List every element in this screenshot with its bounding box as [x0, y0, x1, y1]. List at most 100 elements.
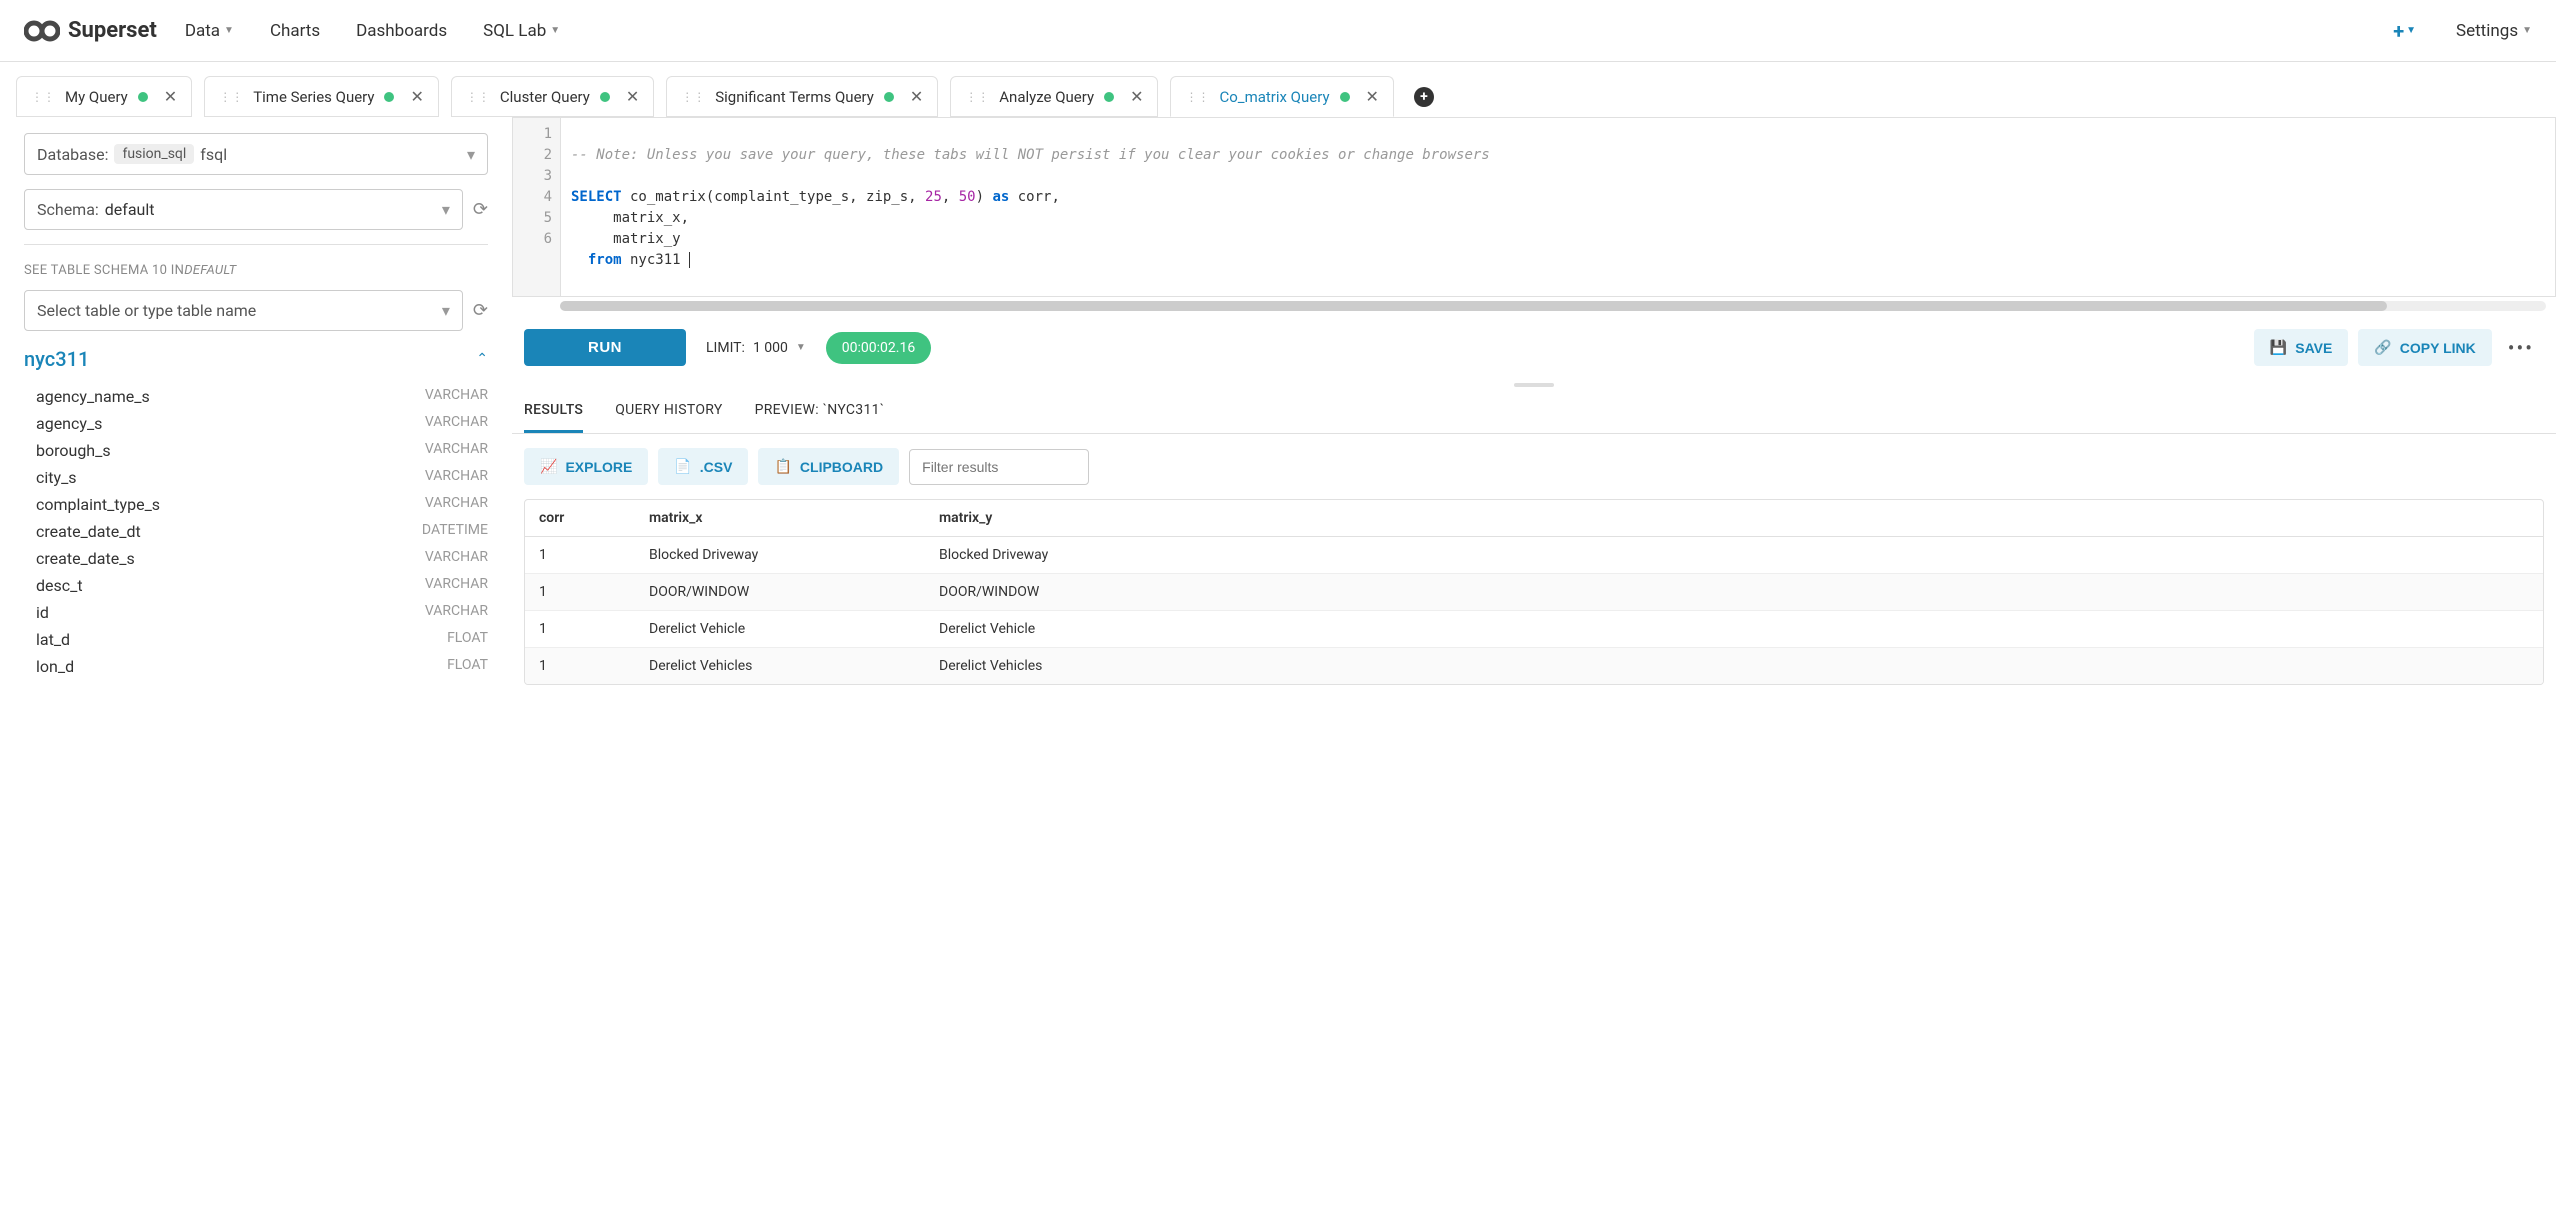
query-tab[interactable]: ⋮⋮Cluster Query✕	[451, 76, 654, 117]
column-name: agency_s	[36, 414, 102, 433]
add-tab-button[interactable]: +	[1406, 76, 1442, 117]
column-row[interactable]: agency_name_s VARCHAR	[24, 383, 488, 410]
column-row[interactable]: complaint_type_sVARCHAR	[24, 491, 488, 518]
column-header[interactable]: corr	[525, 500, 635, 537]
table-row[interactable]: 1Derelict VehiclesDerelict Vehicles	[525, 648, 2543, 685]
column-name: desc_t	[36, 576, 83, 595]
status-dot-icon	[384, 92, 394, 102]
logo-icon	[24, 19, 60, 43]
chevron-down-icon: ▼	[224, 25, 234, 36]
column-type: VARCHAR	[425, 387, 488, 406]
column-row[interactable]: lon_dFLOAT	[24, 653, 488, 680]
table-placeholder: Select table or type table name	[37, 301, 256, 320]
nav-data[interactable]: Data▼	[185, 21, 234, 41]
drag-handle-icon[interactable]: ⋮⋮	[1185, 90, 1209, 104]
drag-handle-icon[interactable]: ⋮⋮	[965, 90, 989, 104]
table-row[interactable]: 1Blocked DrivewayBlocked Driveway	[525, 537, 2543, 574]
column-row[interactable]: create_date_dtDATETIME	[24, 518, 488, 545]
chevron-down-icon: ▾	[442, 301, 450, 320]
copy-link-button[interactable]: 🔗COPY LINK	[2358, 329, 2491, 366]
drag-handle-icon[interactable]: ⋮⋮	[31, 90, 55, 104]
column-name: city_s	[36, 468, 77, 487]
column-type: DATETIME	[422, 522, 488, 541]
table-select[interactable]: Select table or type table name ▾	[24, 290, 463, 331]
drag-handle-icon[interactable]: ⋮⋮	[219, 90, 243, 104]
query-tab[interactable]: ⋮⋮Time Series Query✕	[204, 76, 439, 117]
table-expand-toggle[interactable]: nyc311 ⌃	[24, 347, 488, 371]
close-icon[interactable]: ✕	[410, 87, 423, 106]
nav-settings[interactable]: Settings▼	[2456, 21, 2532, 41]
tab-query-history[interactable]: QUERY HISTORY	[615, 390, 722, 433]
clipboard-button[interactable]: 📋CLIPBOARD	[758, 448, 899, 485]
more-menu-icon[interactable]: •••	[2502, 336, 2540, 360]
table-row[interactable]: 1DOOR/WINDOWDOOR/WINDOW	[525, 574, 2543, 611]
editor-hscroll[interactable]	[560, 301, 2546, 311]
column-list: agency_name_s VARCHAR agency_s VARCHAR borou…	[24, 383, 488, 680]
close-icon[interactable]: ✕	[1130, 87, 1143, 106]
close-icon[interactable]: ✕	[164, 87, 177, 106]
close-icon[interactable]: ✕	[1366, 87, 1379, 106]
database-select[interactable]: Database: fusion_sql fsql ▾	[24, 133, 488, 175]
column-row[interactable]: idVARCHAR	[24, 599, 488, 626]
new-button[interactable]: +▼	[2393, 19, 2416, 43]
query-timer: 00:00:02.16	[826, 332, 931, 364]
column-name: id	[36, 603, 49, 622]
filter-results-input[interactable]	[909, 449, 1089, 485]
column-row[interactable]: desc_tVARCHAR	[24, 572, 488, 599]
query-tab[interactable]: ⋮⋮Analyze Query✕	[950, 76, 1158, 117]
drag-handle-icon[interactable]: ⋮⋮	[681, 90, 705, 104]
nav-dashboards[interactable]: Dashboards	[356, 21, 447, 41]
column-type: VARCHAR	[425, 414, 488, 433]
code-area[interactable]: -- Note: Unless you save your query, the…	[561, 118, 2555, 296]
run-button[interactable]: RUN	[524, 329, 686, 366]
query-tab[interactable]: ⋮⋮My Query✕	[16, 76, 192, 117]
save-button[interactable]: 💾SAVE	[2254, 329, 2349, 366]
refresh-icon[interactable]: ⟳	[473, 199, 488, 220]
column-row[interactable]: lat_dFLOAT	[24, 626, 488, 653]
nav-sqllab[interactable]: SQL Lab▼	[483, 21, 560, 41]
chevron-down-icon: ▼	[550, 25, 560, 36]
database-label: Database:	[37, 145, 108, 164]
column-row[interactable]: create_date_sVARCHAR	[24, 545, 488, 572]
column-name: agency_name_s	[36, 387, 150, 406]
sql-editor[interactable]: 123456 -- Note: Unless you save your que…	[512, 117, 2556, 297]
column-row[interactable]: borough_sVARCHAR	[24, 437, 488, 464]
status-dot-icon	[138, 92, 148, 102]
column-name: lon_d	[36, 657, 74, 676]
refresh-icon[interactable]: ⟳	[473, 300, 488, 321]
explore-button[interactable]: 📈EXPLORE	[524, 448, 648, 485]
limit-select[interactable]: LIMIT: 1 000 ▼	[706, 340, 806, 356]
drag-handle-icon[interactable]: ⋮⋮	[466, 90, 490, 104]
column-name: create_date_s	[36, 549, 135, 568]
status-dot-icon	[600, 92, 610, 102]
nav-charts[interactable]: Charts	[270, 21, 320, 41]
query-tabs: ⋮⋮My Query✕ ⋮⋮Time Series Query✕ ⋮⋮Clust…	[0, 62, 2556, 117]
column-row[interactable]: agency_s VARCHAR	[24, 410, 488, 437]
table-cell: DOOR/WINDOW	[635, 574, 925, 611]
status-dot-icon	[884, 92, 894, 102]
table-cell: Derelict Vehicle	[925, 611, 2543, 648]
column-header[interactable]: matrix_y	[925, 500, 2543, 537]
tab-preview[interactable]: PREVIEW: `NYC311`	[755, 390, 885, 433]
chart-icon: 📈	[540, 458, 557, 475]
pane-resize-handle[interactable]	[512, 380, 2556, 390]
brand-logo[interactable]: Superset	[24, 18, 157, 43]
column-header[interactable]: matrix_x	[635, 500, 925, 537]
table-cell: Blocked Driveway	[635, 537, 925, 574]
column-type: VARCHAR	[425, 495, 488, 514]
table-cell: Derelict Vehicles	[635, 648, 925, 685]
csv-button[interactable]: 📄.CSV	[658, 448, 748, 485]
table-cell: 1	[525, 648, 635, 685]
table-row[interactable]: 1Derelict VehicleDerelict Vehicle	[525, 611, 2543, 648]
query-tab-active[interactable]: ⋮⋮Co_matrix Query✕	[1170, 76, 1393, 117]
query-tab[interactable]: ⋮⋮Significant Terms Query✕	[666, 76, 938, 117]
close-icon[interactable]: ✕	[910, 87, 923, 106]
schema-label: Schema:	[37, 200, 99, 219]
column-row[interactable]: city_sVARCHAR	[24, 464, 488, 491]
results-table: corrmatrix_xmatrix_y 1Blocked DrivewayBl…	[524, 499, 2544, 685]
tab-results[interactable]: RESULTS	[524, 390, 583, 433]
schema-select[interactable]: Schema: default ▾	[24, 189, 463, 230]
close-icon[interactable]: ✕	[626, 87, 639, 106]
chevron-down-icon: ▾	[467, 145, 475, 164]
brand-name: Superset	[68, 18, 157, 43]
